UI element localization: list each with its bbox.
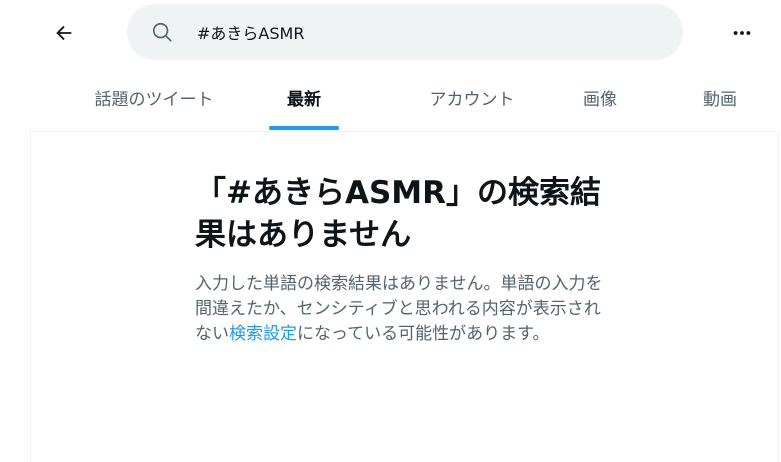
empty-state-title: 「#あきらASMR」の検索結果はありません: [195, 175, 602, 253]
column-right-border: [778, 132, 779, 462]
empty-state-description: 入力した単語の検索結果はありません。単語の入力を間違えたか、センシティブと思われ…: [195, 272, 615, 347]
search-icon: [152, 22, 172, 42]
tab-label: 最新: [287, 90, 321, 110]
tab-label: 動画: [703, 90, 737, 110]
search-settings-link[interactable]: 検索設定: [229, 324, 297, 344]
arrow-left-icon: [56, 25, 72, 41]
tab-label: アカウント: [429, 90, 515, 110]
more-horizontal-icon: [733, 31, 751, 35]
search-tabs: 話題のツイート 最新 アカウント 画像 動画: [30, 64, 779, 132]
description-text-end: になっている可能性があります。: [297, 324, 550, 344]
tab-images[interactable]: 画像: [560, 64, 640, 131]
tab-label: 話題のツイート: [94, 90, 214, 110]
back-button[interactable]: [44, 13, 84, 53]
tab-latest[interactable]: 最新: [256, 64, 352, 131]
more-options-button[interactable]: [722, 13, 762, 53]
tab-top[interactable]: 話題のツイート: [58, 64, 250, 131]
search-box[interactable]: [127, 4, 683, 60]
tab-label: 画像: [583, 90, 617, 110]
tab-videos[interactable]: 動画: [680, 64, 760, 131]
search-results-page: 話題のツイート 最新 アカウント 画像 動画 「#あきらASMR」の検索結果はあ…: [0, 0, 781, 462]
active-tab-indicator: [269, 126, 339, 130]
tab-accounts[interactable]: アカウント: [392, 64, 552, 131]
column-left-border: [30, 132, 31, 462]
search-input[interactable]: [197, 18, 637, 46]
